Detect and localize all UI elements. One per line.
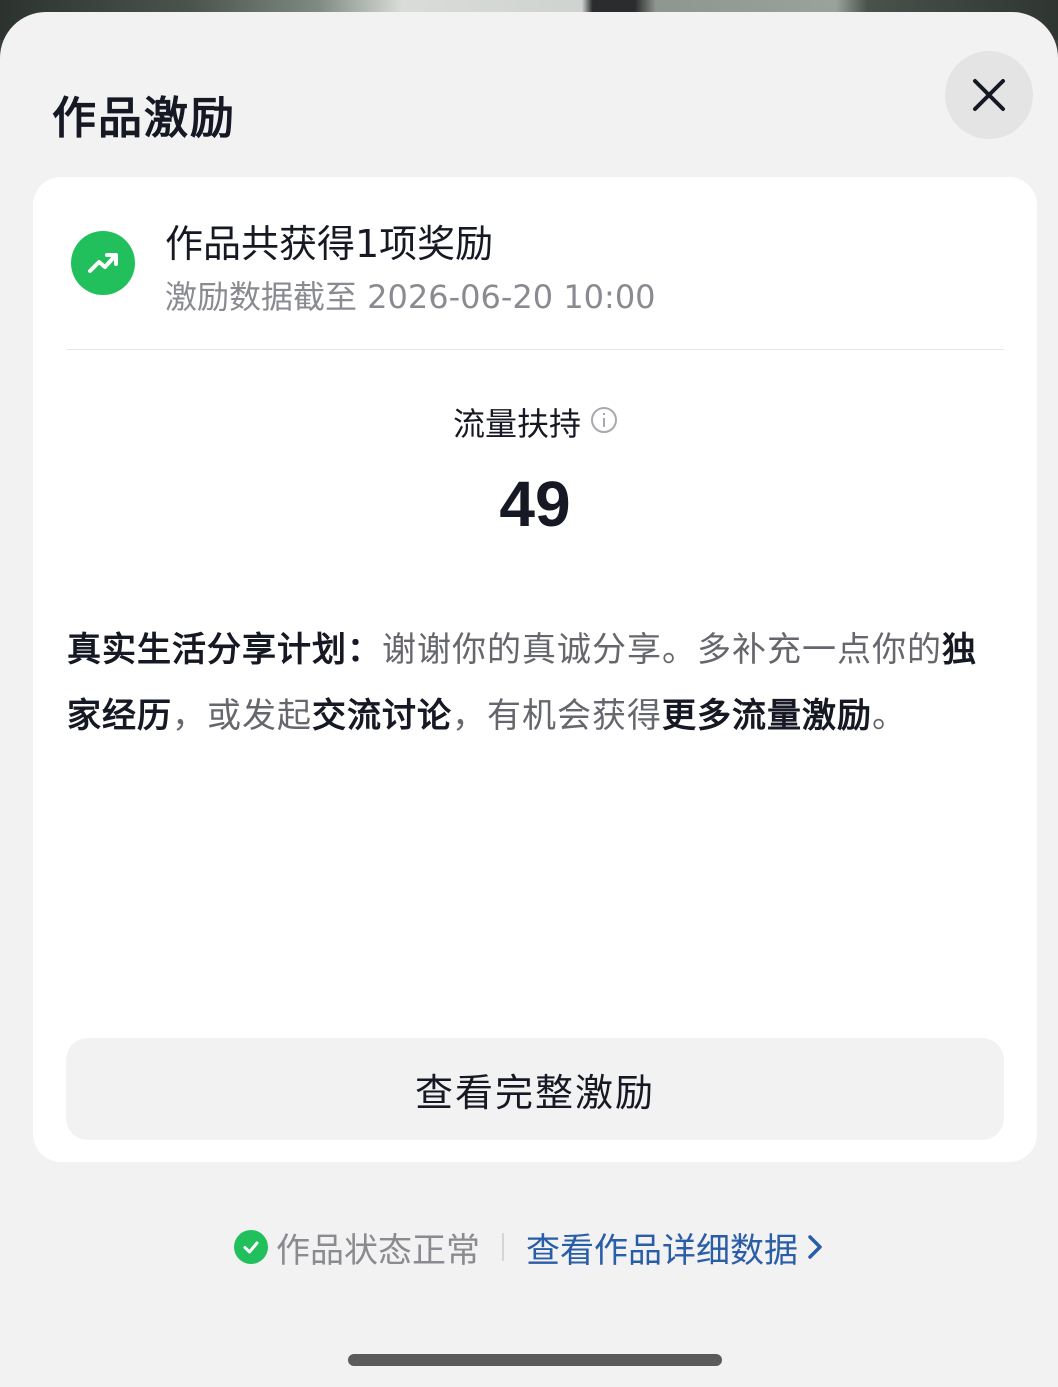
check-circle-icon — [234, 1230, 268, 1264]
divider — [67, 349, 1004, 350]
info-icon[interactable] — [591, 407, 617, 433]
incentive-sheet: 作品激励 作品共获得1项奖励 激励数据截至 2026-06-20 10:00 流… — [0, 12, 1058, 1387]
footer-bar: 作品状态正常 查看作品详细数据 — [0, 1222, 1058, 1272]
desc-part: 谢谢你的真诚分享。多补充一点你的 — [382, 630, 942, 670]
work-status-text: 作品状态正常 — [276, 1230, 480, 1271]
plan-description: 真实生活分享计划：谢谢你的真诚分享。多补充一点你的独家经历，或发起交流讨论，有机… — [67, 617, 987, 749]
desc-part: 真实生活分享计划： — [67, 630, 382, 670]
footer-separator — [502, 1233, 504, 1261]
desc-part: 更多流量激励 — [662, 696, 872, 736]
incentive-card: 作品共获得1项奖励 激励数据截至 2026-06-20 10:00 流量扶持 4… — [33, 177, 1037, 1162]
view-full-incentive-button[interactable]: 查看完整激励 — [66, 1038, 1004, 1140]
home-indicator[interactable] — [348, 1354, 722, 1366]
traffic-support-label: 流量扶持 — [33, 399, 1037, 445]
chevron-right-icon — [806, 1233, 824, 1261]
desc-part: 交流讨论 — [312, 696, 452, 736]
close-icon — [973, 79, 1005, 111]
detail-link-text: 查看作品详细数据 — [526, 1230, 798, 1271]
reward-headline: 作品共获得1项奖励 — [165, 222, 494, 266]
desc-part: ，或发起 — [172, 696, 312, 736]
traffic-support-value: 49 — [499, 468, 571, 540]
data-cutoff-time: 激励数据截至 2026-06-20 10:00 — [165, 278, 656, 316]
close-button[interactable] — [945, 51, 1033, 139]
desc-part: ，有机会获得 — [452, 696, 662, 736]
metric-label-text: 流量扶持 — [452, 405, 581, 443]
view-work-details-link[interactable]: 查看作品详细数据 — [526, 1223, 824, 1272]
desc-part: 。 — [872, 696, 907, 736]
trend-up-icon — [71, 231, 135, 295]
sheet-title: 作品激励 — [52, 93, 236, 144]
